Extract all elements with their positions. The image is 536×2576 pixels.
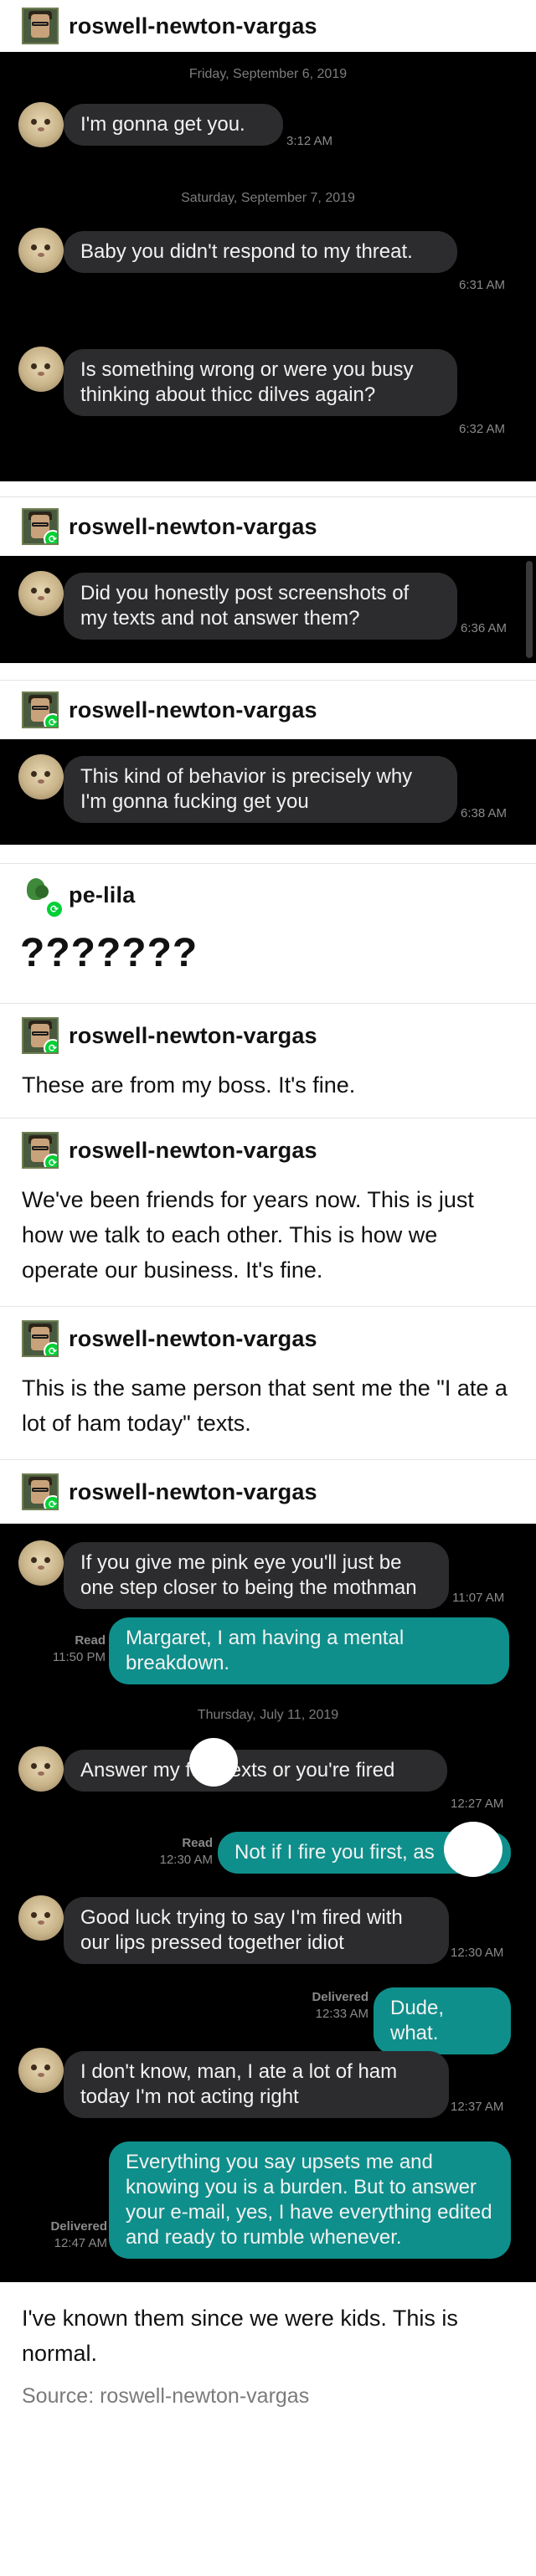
user-avatar[interactable]: ⟳ xyxy=(22,877,64,918)
reblog-icon: ⟳ xyxy=(44,713,57,727)
post-header: ⟳ roswell-newton-vargas xyxy=(0,497,536,556)
username-link[interactable]: pe-lila xyxy=(69,882,135,908)
post-header: ⟳ roswell-newton-vargas xyxy=(0,1004,536,1067)
message-timestamp: 12:37 AM xyxy=(451,2100,504,2114)
censor-blob xyxy=(444,1822,502,1877)
read-receipt: Read 11:50 PM xyxy=(52,1633,106,1664)
post-body: This is the same person that sent me the… xyxy=(22,1375,508,1436)
sender-avatar xyxy=(18,228,64,273)
reblog-icon: ⟳ xyxy=(44,1154,57,1167)
user-avatar[interactable]: ⟳ xyxy=(22,1473,59,1510)
date-separator: Friday, September 6, 2019 xyxy=(188,67,348,81)
sender-avatar xyxy=(18,571,64,616)
message-timestamp: 6:32 AM xyxy=(459,422,506,436)
user-avatar[interactable]: ⟳ xyxy=(22,1132,59,1169)
source-link[interactable]: Source: roswell-newton-vargas xyxy=(0,2384,536,2409)
outgoing-message-bubble: Everything you say upsets me and knowing… xyxy=(109,2142,511,2259)
date-separator: Saturday, September 7, 2019 xyxy=(181,191,355,205)
user-avatar[interactable]: ⟳ xyxy=(22,692,59,728)
sender-avatar xyxy=(18,1746,64,1792)
username-link[interactable]: roswell-newton-vargas xyxy=(69,1326,317,1352)
post-body: We've been friends for years now. This i… xyxy=(22,1187,474,1283)
message-timestamp: 6:38 AM xyxy=(461,806,508,820)
user-avatar[interactable]: ⟳ xyxy=(22,1320,59,1357)
post-header: roswell-newton-vargas xyxy=(0,0,536,52)
message-timestamp: 6:31 AM xyxy=(459,278,506,292)
username-link[interactable]: roswell-newton-vargas xyxy=(69,697,317,723)
delivery-status: Delivered 12:47 AM xyxy=(50,2219,107,2250)
incoming-message-bubble: Good luck trying to say I'm fired with o… xyxy=(64,1897,449,1964)
page: roswell-newton-vargas Friday, September … xyxy=(0,0,536,2576)
user-avatar[interactable]: ⟳ xyxy=(22,1017,59,1054)
sender-avatar xyxy=(18,1540,64,1586)
username-link[interactable]: roswell-newton-vargas xyxy=(69,1023,317,1049)
post-body: ??????? xyxy=(20,931,198,975)
text-message-screenshot: Friday, September 6, 2019 I'm gonna get … xyxy=(0,52,536,481)
message-timestamp: 6:36 AM xyxy=(461,621,508,635)
message-timestamp: 11:07 AM xyxy=(452,1591,505,1605)
sender-avatar xyxy=(18,102,64,147)
reblog-icon: ⟳ xyxy=(44,1342,57,1355)
post-body: These are from my boss. It's fine. xyxy=(22,1072,356,1098)
outgoing-message-bubble: Dude, what. xyxy=(374,1987,511,2054)
incoming-message-bubble: I'm gonna get you. xyxy=(64,104,283,146)
scrollbar[interactable] xyxy=(526,561,533,658)
date-separator: Thursday, July 11, 2019 xyxy=(197,1708,339,1722)
user-avatar[interactable] xyxy=(22,8,59,44)
post-header: ⟳ roswell-newton-vargas xyxy=(0,681,536,739)
sender-avatar xyxy=(18,347,64,392)
username-link[interactable]: roswell-newton-vargas xyxy=(69,1138,317,1164)
message-timestamp: 3:12 AM xyxy=(286,134,333,148)
username-link[interactable]: roswell-newton-vargas xyxy=(69,1479,317,1505)
post-body: I've known them since we were kids. This… xyxy=(22,2306,458,2366)
message-timestamp: 12:30 AM xyxy=(451,1946,504,1960)
incoming-message-bubble: I don't know, man, I ate a lot of ham to… xyxy=(64,2051,449,2118)
post-header: ⟳ roswell-newton-vargas xyxy=(0,1118,536,1182)
reblog-icon: ⟳ xyxy=(44,1495,57,1509)
reblog-icon: ⟳ xyxy=(45,900,64,918)
message-timestamp: 12:27 AM xyxy=(451,1797,504,1811)
user-avatar[interactable]: ⟳ xyxy=(22,508,59,545)
reblog-icon: ⟳ xyxy=(44,530,57,543)
username-link[interactable]: roswell-newton-vargas xyxy=(69,13,317,39)
incoming-message-bubble: This kind of behavior is precisely why I… xyxy=(64,756,457,823)
sender-avatar xyxy=(18,1895,64,1941)
delivery-status: Delivered 12:33 AM xyxy=(312,1990,368,2021)
post-header: ⟳ roswell-newton-vargas xyxy=(0,1307,536,1370)
reblog-icon: ⟳ xyxy=(44,1039,57,1052)
text-message-screenshot: If you give me pink eye you'll just be o… xyxy=(0,1524,536,2282)
incoming-message-bubble: Did you honestly post screenshots of my … xyxy=(64,573,457,640)
post-header: ⟳ pe-lila xyxy=(0,864,536,926)
incoming-message-bubble: Is something wrong or were you busy thin… xyxy=(64,349,457,416)
censor-blob xyxy=(189,1738,238,1787)
sender-avatar xyxy=(18,754,64,800)
text-message-screenshot: This kind of behavior is precisely why I… xyxy=(0,739,536,845)
text-message-screenshot: Did you honestly post screenshots of my … xyxy=(0,556,536,663)
username-link[interactable]: roswell-newton-vargas xyxy=(69,514,317,540)
read-receipt: Read 12:30 AM xyxy=(159,1836,213,1867)
incoming-message-bubble: Answer my fu g texts or you're fired xyxy=(64,1750,447,1792)
outgoing-message-bubble: Margaret, I am having a mental breakdown… xyxy=(109,1617,509,1684)
post-header: ⟳ roswell-newton-vargas xyxy=(0,1460,536,1524)
sender-avatar xyxy=(18,2048,64,2093)
incoming-message-bubble: If you give me pink eye you'll just be o… xyxy=(64,1542,449,1609)
incoming-message-bubble: Baby you didn't respond to my threat. xyxy=(64,231,457,273)
